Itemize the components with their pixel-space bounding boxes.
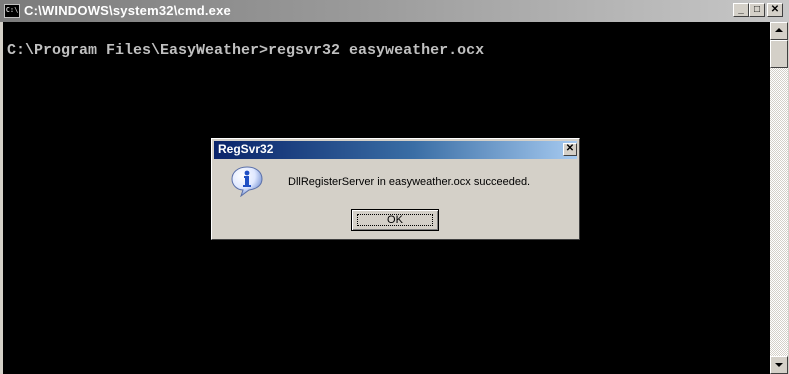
ok-button-label: OK [357,214,433,226]
console-line: C:\Program Files\EasyWeather>regsvr32 ea… [7,42,485,59]
dialog-titlebar[interactable]: RegSvr32 ✕ [214,141,577,159]
dialog-title: RegSvr32 [218,142,274,156]
close-button[interactable]: ✕ [767,3,783,17]
console-app-icon[interactable]: C:\ [4,4,20,18]
dialog-close-button[interactable]: ✕ [563,143,577,156]
info-icon [231,166,263,197]
console-titlebar[interactable]: C:\ C:\WINDOWS\system32\cmd.exe _ □ ✕ [0,0,789,22]
maximize-button[interactable]: □ [749,3,765,17]
scroll-thumb[interactable] [770,40,788,68]
ok-button[interactable]: OK [351,209,439,231]
regsvr32-dialog: RegSvr32 ✕ DllRegisterServer in easyweat… [211,138,580,240]
minimize-button[interactable]: _ [733,3,749,17]
window-title: C:\WINDOWS\system32\cmd.exe [24,3,231,18]
scroll-up-button[interactable] [770,22,788,40]
scroll-down-button[interactable] [770,356,788,374]
arrow-up-icon [775,28,783,32]
dialog-message: DllRegisterServer in easyweather.ocx suc… [288,176,531,188]
arrow-down-icon [775,363,783,367]
vertical-scrollbar[interactable] [770,22,788,374]
